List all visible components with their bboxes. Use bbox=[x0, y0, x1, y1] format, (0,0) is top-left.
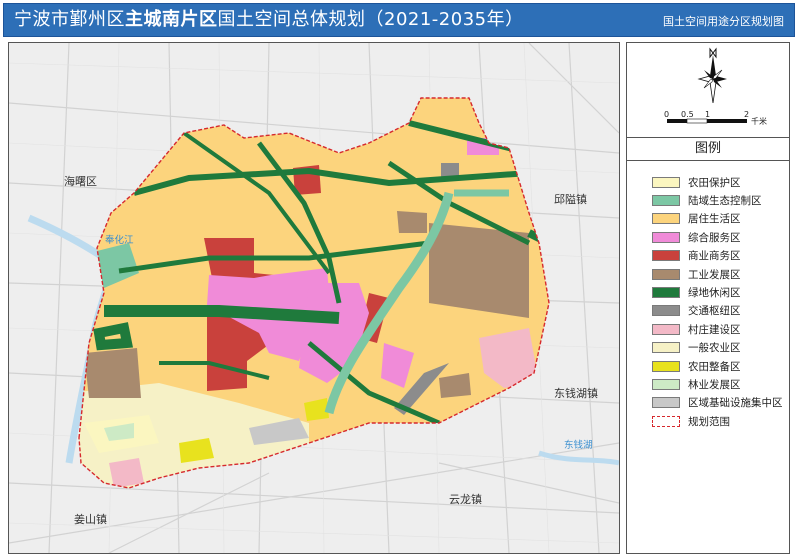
label-river-fenghua: 奉化江 bbox=[105, 234, 134, 246]
legend-label: 交通枢纽区 bbox=[688, 305, 741, 318]
zone-industrial-west bbox=[84, 348, 141, 398]
legend-swatch bbox=[652, 415, 680, 427]
legend-label: 农田整备区 bbox=[688, 360, 741, 373]
legend-label: 综合服务区 bbox=[688, 231, 741, 244]
label-haishu: 海曙区 bbox=[64, 174, 97, 188]
legend-item: 交通枢纽区 bbox=[652, 302, 783, 320]
legend-swatch bbox=[652, 250, 680, 262]
legend-item: 区域基础设施集中区 bbox=[652, 394, 783, 412]
scale-tick-0: 0 bbox=[664, 110, 669, 119]
zone-industrial-north bbox=[397, 211, 427, 233]
label-dongqianhu: 东钱湖镇 bbox=[554, 386, 598, 400]
legend-label: 居住生活区 bbox=[688, 213, 741, 226]
legend-swatch bbox=[652, 323, 680, 335]
label-river-dongqian: 东钱湖 bbox=[564, 439, 593, 451]
legend-item: 居住生活区 bbox=[652, 210, 783, 228]
scale-tick-2: 1 bbox=[705, 110, 710, 119]
scale-bar: 0 0.5 1 2 千米 bbox=[664, 110, 767, 126]
legend-label: 林业发展区 bbox=[688, 378, 741, 391]
title-bar: 宁波市鄞州区主城南片区国土空间总体规划（2021-2035年） 国土空间用途分区… bbox=[3, 3, 795, 37]
legend-item: 农田保护区 bbox=[652, 173, 783, 191]
legend-swatch bbox=[652, 378, 680, 390]
legend-list: 农田保护区陆域生态控制区 居住生活区综合服务区商业商务区工业发展区绿地休闲区交通枢… bbox=[652, 173, 783, 430]
legend-item: 绿地休闲区 bbox=[652, 283, 783, 301]
title-suffix: 国土空间总体规划（2021-2035年） bbox=[217, 9, 524, 30]
legend-swatch bbox=[652, 305, 680, 317]
title-highlight: 主城南片区 bbox=[125, 9, 218, 30]
legend-label: 陆域生态控制区 bbox=[688, 195, 762, 208]
label-yunlong: 云龙镇 bbox=[449, 492, 482, 506]
zone-village-2 bbox=[109, 458, 144, 488]
legend-label: 规划范围 bbox=[688, 415, 730, 428]
title-prefix: 宁波市鄞州区 bbox=[14, 9, 125, 30]
legend-swatch bbox=[652, 231, 680, 243]
map-canvas[interactable]: 海曙区 邱隘镇 东钱湖镇 云龙镇 姜山镇 奉化江 东钱湖 bbox=[8, 42, 620, 554]
label-jiangshan: 姜山镇 bbox=[74, 512, 107, 526]
legend-item: 陆域生态控制区 bbox=[652, 191, 783, 209]
legend-item: 一般农业区 bbox=[652, 339, 783, 357]
scale-tick-3: 2 bbox=[744, 110, 749, 119]
land-use-map: 海曙区 邱隘镇 东钱湖镇 云龙镇 姜山镇 奉化江 东钱湖 bbox=[9, 43, 619, 553]
north-arrow-icon: 0 0.5 1 2 千米 bbox=[664, 47, 767, 126]
legend-swatch bbox=[652, 195, 680, 207]
legend-item: 规划范围 bbox=[652, 412, 783, 430]
map-subtitle: 国土空间用途分区规划图 bbox=[663, 15, 784, 28]
legend-item: 工业发展区 bbox=[652, 265, 783, 283]
legend-item: 村庄建设区 bbox=[652, 320, 783, 338]
legend-swatch bbox=[652, 176, 680, 188]
legend-label: 一般农业区 bbox=[688, 342, 741, 355]
legend-swatch bbox=[652, 268, 680, 280]
legend-swatch bbox=[652, 360, 680, 372]
legend-swatch bbox=[652, 287, 680, 299]
legend-label: 农田保护区 bbox=[688, 176, 741, 189]
legend-label: 村庄建设区 bbox=[688, 323, 741, 336]
legend-swatch bbox=[652, 342, 680, 354]
compass-and-scale: 0 0.5 1 2 千米 bbox=[627, 43, 789, 135]
legend-swatch bbox=[652, 397, 680, 409]
scale-unit: 千米 bbox=[751, 116, 767, 126]
legend-item: 商业商务区 bbox=[652, 247, 783, 265]
legend-item: 农田整备区 bbox=[652, 357, 783, 375]
legend-label: 商业商务区 bbox=[688, 250, 741, 263]
legend-swatch bbox=[652, 213, 680, 225]
legend-item: 林业发展区 bbox=[652, 375, 783, 393]
map-title: 宁波市鄞州区主城南片区国土空间总体规划（2021-2035年） bbox=[14, 9, 524, 31]
legend-label: 区域基础设施集中区 bbox=[688, 397, 783, 410]
legend-label: 工业发展区 bbox=[688, 268, 741, 281]
legend-title: 图例 bbox=[627, 137, 789, 161]
label-qiuai: 邱隘镇 bbox=[554, 192, 587, 206]
legend-panel: 0 0.5 1 2 千米 图例 农田保护区陆域生态控制区 居住生活区综合服务区商业… bbox=[626, 42, 790, 554]
scale-tick-1: 0.5 bbox=[681, 110, 694, 119]
legend-label: 绿地休闲区 bbox=[688, 287, 741, 300]
legend-item: 综合服务区 bbox=[652, 228, 783, 246]
